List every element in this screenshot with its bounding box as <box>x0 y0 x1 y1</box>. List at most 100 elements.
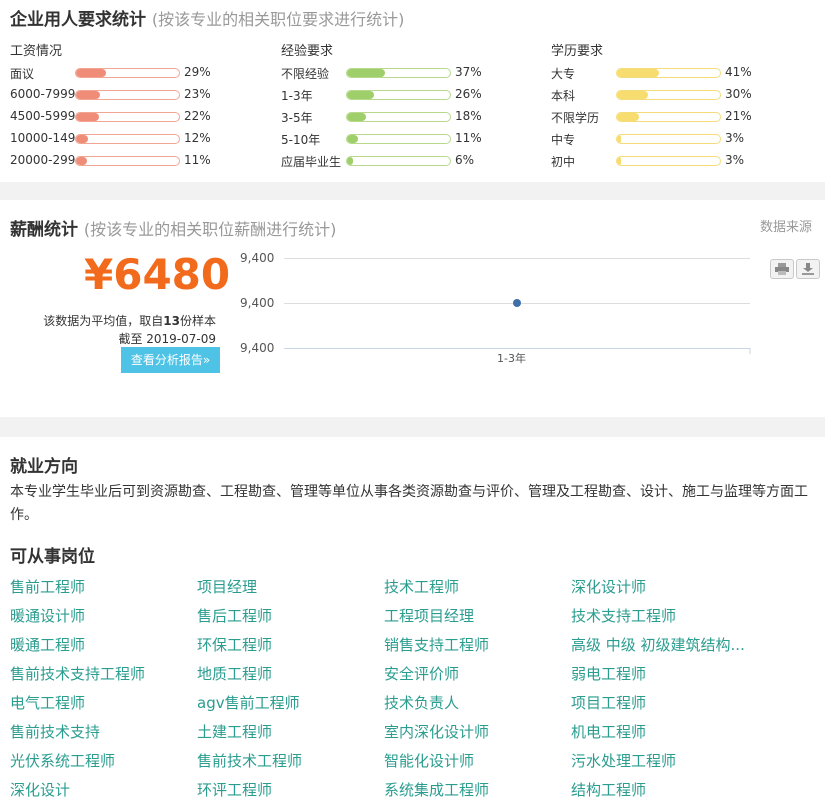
print-button[interactable] <box>770 259 794 279</box>
education-bar-fill <box>617 113 639 121</box>
salary-stats-subtitle: (按该专业的相关职位薪酬进行统计) <box>83 220 337 239</box>
view-report-button[interactable]: 查看分析报告» <box>121 347 220 373</box>
position-link[interactable]: 地质工程师 <box>197 663 377 684</box>
position-link[interactable]: agv售前工程师 <box>197 692 377 713</box>
x-tick-label: 1-3年 <box>497 352 526 365</box>
section-divider <box>0 417 825 437</box>
position-link[interactable]: 技术工程师 <box>384 576 564 597</box>
position-link[interactable]: 室内深化设计师 <box>384 721 564 742</box>
position-link[interactable]: 智能化设计师 <box>384 750 564 771</box>
education-row: 大专 41% <box>551 65 791 83</box>
position-link[interactable]: 光伏系统工程师 <box>10 750 190 771</box>
position-link[interactable]: 深化设计 <box>10 779 190 800</box>
position-link[interactable]: 售后工程师 <box>197 605 377 626</box>
experience-bar-fill <box>347 157 354 165</box>
experience-percent: 18% <box>455 109 482 123</box>
position-link[interactable]: 工程项目经理 <box>384 605 564 626</box>
experience-column-title: 经验要求 <box>281 44 334 59</box>
salary-row: 20000-29999 11% <box>10 153 250 171</box>
position-link[interactable]: 土建工程师 <box>197 721 377 742</box>
position-link[interactable]: 结构工程师 <box>571 779 751 800</box>
experience-label: 3-5年 <box>281 111 313 125</box>
print-icon <box>775 263 789 275</box>
education-percent: 30% <box>725 87 752 101</box>
salary-percent: 23% <box>184 87 211 101</box>
experience-row: 应届毕业生 6% <box>281 153 521 171</box>
education-bar <box>616 112 721 122</box>
education-row: 初中 3% <box>551 153 791 171</box>
position-link[interactable]: 暖通工程师 <box>10 634 190 655</box>
position-link[interactable]: 技术支持工程师 <box>571 605 751 626</box>
position-link[interactable]: 环评工程师 <box>197 779 377 800</box>
position-link[interactable]: 环保工程师 <box>197 634 377 655</box>
salary-bar-fill <box>76 157 88 165</box>
position-link[interactable]: 售前工程师 <box>10 576 190 597</box>
position-link[interactable]: 售前技术支持 <box>10 721 190 742</box>
education-bar-fill <box>617 91 648 99</box>
section-divider <box>0 182 825 200</box>
position-link[interactable]: 售前技术支持工程师 <box>10 663 190 684</box>
sample-note-prefix: 该数据为平均值，取自 <box>43 314 164 328</box>
experience-bar-fill <box>347 91 374 99</box>
education-row: 不限学历 21% <box>551 109 791 127</box>
experience-percent: 37% <box>455 65 482 79</box>
salary-stats-heading: 薪酬统计 (按该专业的相关职位薪酬进行统计) <box>10 215 336 240</box>
x-axis-line <box>284 348 750 349</box>
position-link[interactable]: 售前技术工程师 <box>197 750 377 771</box>
experience-percent: 6% <box>455 153 475 167</box>
sample-note: 该数据为平均值，取自13份样本 <box>43 312 216 329</box>
education-percent: 3% <box>725 153 745 167</box>
experience-bar <box>346 90 451 100</box>
experience-percent: 11% <box>455 131 482 145</box>
education-bar-fill <box>617 135 622 143</box>
gridline <box>284 303 750 304</box>
salary-percent: 12% <box>184 131 211 145</box>
salary-row: 10000-14999 12% <box>10 131 250 149</box>
gridline <box>284 258 750 259</box>
position-link[interactable]: 电气工程师 <box>10 692 190 713</box>
experience-bar <box>346 156 451 166</box>
experience-bar-fill <box>347 135 359 143</box>
position-link[interactable]: 项目工程师 <box>571 692 751 713</box>
education-label: 大专 <box>551 67 576 81</box>
salary-row: 4500-5999 22% <box>10 109 250 127</box>
sample-note-suffix: 份样本 <box>179 314 216 328</box>
position-link[interactable]: 技术负责人 <box>384 692 564 713</box>
salary-bar-fill <box>76 135 89 143</box>
experience-label: 应届毕业生 <box>281 155 342 169</box>
position-link[interactable]: 系统集成工程师 <box>384 779 564 800</box>
salary-percent: 29% <box>184 65 211 79</box>
education-percent: 3% <box>725 131 745 145</box>
salary-bar <box>75 112 180 122</box>
data-source-link[interactable]: 数据来源 <box>760 216 812 235</box>
experience-bar <box>346 134 451 144</box>
education-bar <box>616 156 721 166</box>
requirements-section: 企业用人要求统计 (按该专业的相关职位要求进行统计) 工资情况 经验要求 学历要… <box>0 0 825 182</box>
education-row: 本科 30% <box>551 87 791 105</box>
education-bar-fill <box>617 69 660 77</box>
y-tick-label: 9,400 <box>240 341 275 355</box>
position-link[interactable]: 安全评价师 <box>384 663 564 684</box>
education-percent: 21% <box>725 109 752 123</box>
download-button[interactable] <box>796 259 820 279</box>
sample-count: 13 <box>163 314 180 328</box>
position-link[interactable]: 机电工程师 <box>571 721 751 742</box>
experience-row: 5-10年 11% <box>281 131 521 149</box>
position-link[interactable]: 污水处理工程师 <box>571 750 751 771</box>
positions-title: 可从事岗位 <box>10 547 95 567</box>
data-date: 截至 2019-07-09 <box>118 332 216 346</box>
salary-stats-title: 薪酬统计 <box>10 220 78 240</box>
y-tick-label: 9,400 <box>240 296 275 310</box>
experience-bar <box>346 68 451 78</box>
position-link[interactable]: 项目经理 <box>197 576 377 597</box>
position-link[interactable]: 弱电工程师 <box>571 663 751 684</box>
position-link[interactable]: 深化设计师 <box>571 576 751 597</box>
education-bar <box>616 90 721 100</box>
position-link[interactable]: 销售支持工程师 <box>384 634 564 655</box>
position-link[interactable]: 暖通设计师 <box>10 605 190 626</box>
education-column-title: 学历要求 <box>551 44 604 59</box>
experience-bar <box>346 112 451 122</box>
salary-percent: 22% <box>184 109 211 123</box>
education-label: 不限学历 <box>551 111 600 125</box>
position-link[interactable]: 高级 中级 初级建筑结构... <box>571 634 751 655</box>
